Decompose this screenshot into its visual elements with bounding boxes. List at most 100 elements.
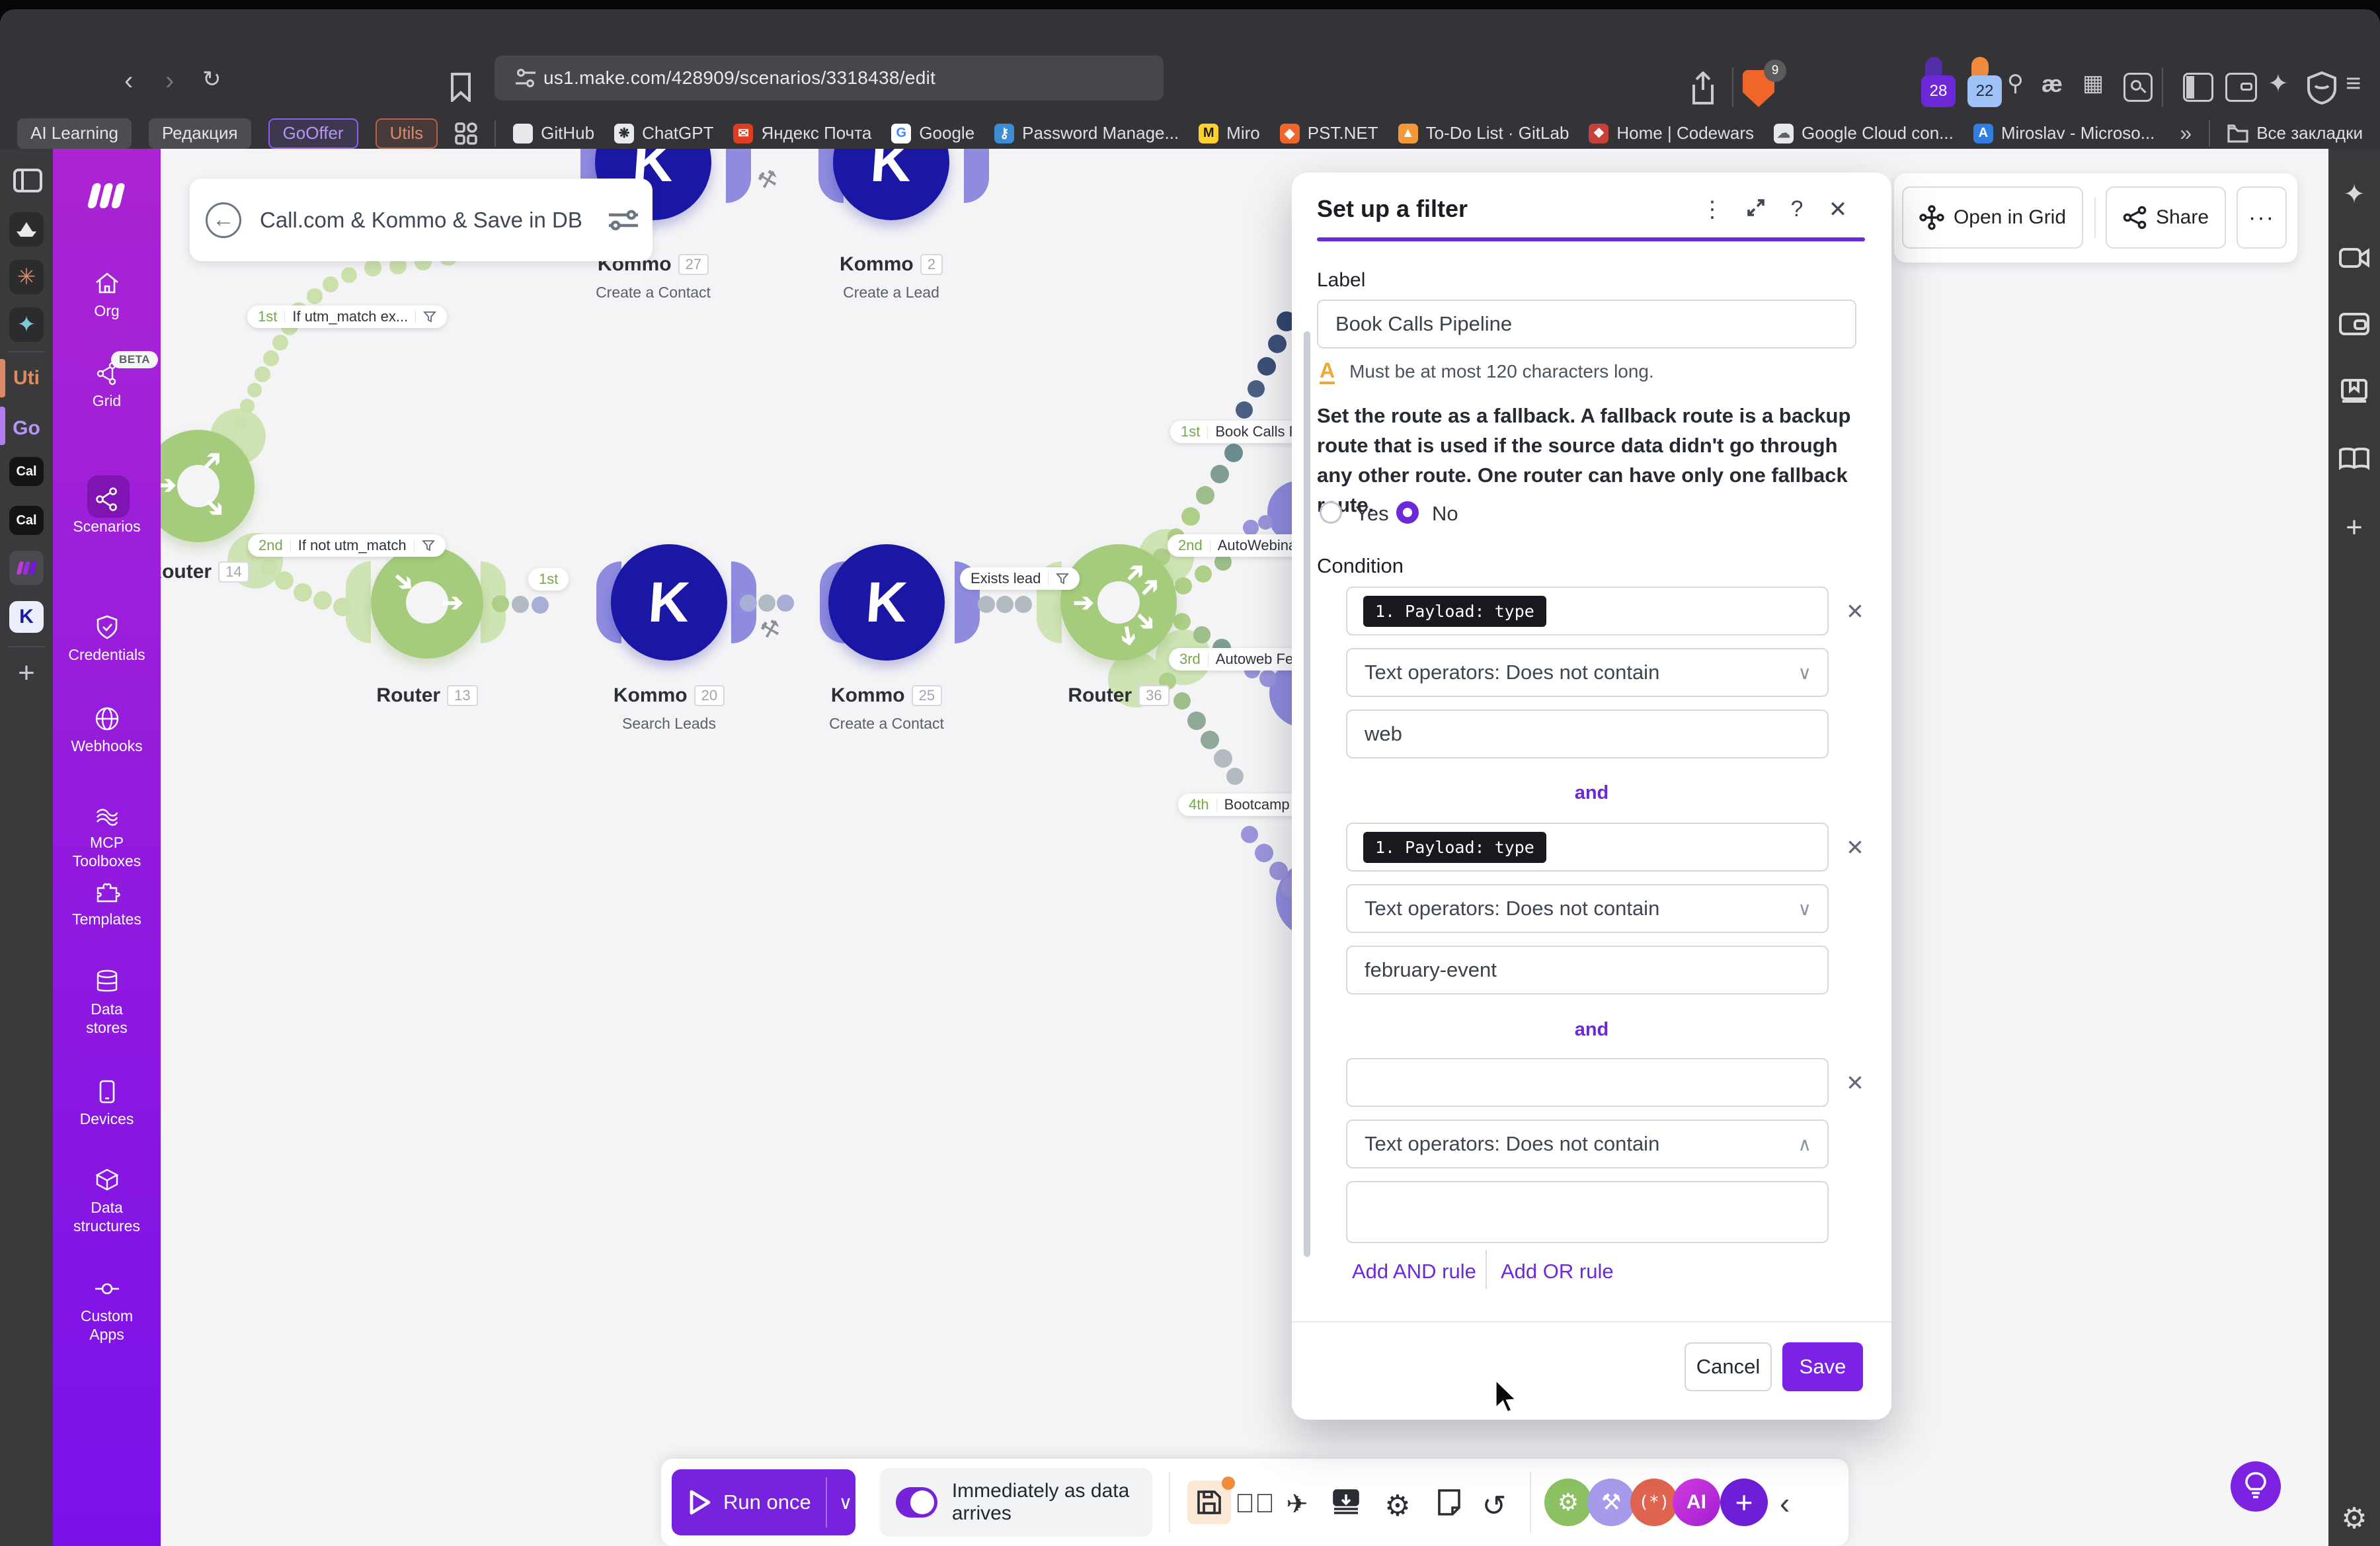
make-tab-icon[interactable] — [9, 551, 44, 585]
tab-ai-learning[interactable]: AI Learning — [17, 118, 132, 149]
bookmark-gcloud[interactable]: ☁ Google Cloud con... — [1774, 123, 1954, 143]
bookmark-github[interactable]: GitHub — [513, 123, 594, 143]
forward-icon[interactable]: › — [165, 66, 174, 96]
workspace-icon-star[interactable]: ✳ — [9, 260, 44, 294]
extension-icon-1[interactable]: ⚲ — [2007, 70, 2024, 97]
fallback-radio-yes[interactable] — [1320, 501, 1342, 524]
kommo-tab-icon[interactable]: K — [9, 601, 44, 633]
module-router36[interactable]: ➔ ➔ ➔ ➔ ➔ — [1060, 544, 1177, 661]
condition-operator-1[interactable]: Text operators: Does not contain ∨ — [1346, 648, 1829, 697]
dialog-menu-icon[interactable]: ⋮ — [1698, 196, 1727, 223]
remove-condition-2[interactable]: ✕ — [1842, 834, 1868, 860]
bookmarks-overflow[interactable]: » — [2180, 121, 2192, 145]
bookmark-password-key[interactable]: ⚷ Password Manage... — [994, 123, 1179, 143]
sidebar-item-credentials[interactable]: Credentials — [53, 613, 161, 664]
wrench-icon[interactable]: ⚒ — [754, 165, 781, 196]
back-to-scenarios-button[interactable]: ← — [206, 202, 241, 238]
run-once-button[interactable]: Run once ∨ — [672, 1469, 855, 1535]
sidebar-toggle-icon[interactable] — [13, 169, 42, 192]
label-input[interactable]: Book Calls Pipeline — [1317, 300, 1856, 348]
tools-button[interactable]: ⚒ — [1587, 1479, 1635, 1526]
cancel-button[interactable]: Cancel — [1685, 1342, 1772, 1391]
module-kommo25[interactable]: K — [828, 544, 945, 661]
add-and-rule-link[interactable]: Add AND rule — [1352, 1260, 1476, 1283]
reading-list-icon[interactable] — [2328, 447, 2380, 473]
url-bar[interactable]: us1.make.com/428909/scenarios/3318438/ed… — [495, 56, 1164, 101]
sidebar-item-datastructures[interactable]: Data structures — [53, 1166, 161, 1235]
save-button[interactable]: Save — [1782, 1342, 1863, 1391]
leo-ai-icon[interactable]: ✦ — [2268, 69, 2289, 99]
dialog-close-icon[interactable]: ✕ — [1823, 196, 1852, 223]
dialog-expand-icon[interactable] — [1741, 196, 1770, 225]
settings-gear-icon[interactable]: ⚙ — [2328, 1502, 2380, 1535]
tabgroup-utils-label[interactable]: Uti — [0, 367, 53, 389]
make-logo[interactable] — [83, 181, 131, 211]
ai-sparkle-icon[interactable]: ✦ — [2328, 179, 2380, 210]
sidebar-item-devices[interactable]: Devices — [53, 1077, 161, 1128]
module-kommo20[interactable]: K — [611, 544, 727, 661]
export-blueprint-icon[interactable] — [1326, 1489, 1366, 1521]
code-vars-button[interactable]: (*) — [1630, 1479, 1678, 1526]
card-icon[interactable] — [2328, 313, 2380, 339]
add-module-button[interactable]: + — [1720, 1479, 1768, 1526]
vpn-shield-icon[interactable] — [2307, 71, 2336, 104]
cal-tab-icon-1[interactable]: Cal — [9, 457, 44, 486]
module-router13[interactable]: ➔ ➔ — [371, 546, 483, 659]
add-panel-icon[interactable]: + — [2328, 511, 2380, 544]
bookmark-miro[interactable]: M Miro — [1199, 123, 1260, 143]
book-icon[interactable] — [2328, 379, 2380, 406]
video-icon[interactable] — [2328, 247, 2380, 272]
ai-button[interactable]: AI — [1673, 1479, 1720, 1526]
share-button[interactable]: Share — [2106, 186, 2226, 249]
dialog-help-icon[interactable]: ? — [1782, 196, 1811, 222]
tabgroup-go-label[interactable]: Go — [0, 417, 53, 440]
condition-operator-2[interactable]: Text operators: Does not contain ∨ — [1346, 884, 1829, 933]
condition-value-3[interactable] — [1346, 1181, 1829, 1243]
scheduling-toggle[interactable] — [896, 1487, 937, 1518]
help-button[interactable] — [2231, 1461, 2281, 1512]
bookmark-chatgpt[interactable]: ❋ ChatGPT — [614, 123, 713, 143]
bookmark-gitlab[interactable]: ▲ To-Do List · GitLab — [1398, 123, 1569, 143]
notes-icon[interactable] — [1429, 1489, 1469, 1522]
bookmark-yandex-mail[interactable]: ✉ Яндекс Почта — [733, 123, 871, 143]
extension-badge-22[interactable]: 22 — [1967, 57, 2002, 107]
fallback-radio-yes-label[interactable]: Yes — [1355, 502, 1389, 526]
bookmark-google[interactable]: G Google — [891, 123, 974, 143]
undo-icon[interactable]: ↺ — [1474, 1489, 1514, 1523]
condition-field-3[interactable] — [1346, 1058, 1829, 1107]
scenario-settings-icon[interactable] — [606, 207, 641, 233]
menu-icon[interactable]: ≡ — [2346, 69, 2361, 99]
sidebar-item-templates[interactable]: Templates — [53, 877, 161, 928]
site-settings-icon[interactable] — [514, 67, 537, 89]
route-label-r2[interactable]: 2nd If not utm_match — [248, 534, 446, 557]
collapse-toolbar-chevron[interactable]: ‹ — [1780, 1485, 1790, 1521]
open-in-grid-button[interactable]: Open in Grid — [1902, 186, 2083, 249]
more-actions-button[interactable]: ··· — [2237, 186, 2287, 249]
share-icon[interactable] — [1690, 71, 1716, 106]
tab-redakcia[interactable]: Редакция — [148, 118, 251, 149]
sidebar-item-customapps[interactable]: Custom Apps — [53, 1274, 161, 1344]
extension-badge-28[interactable]: 28 — [1921, 57, 1956, 107]
sidebar-panel-icon[interactable] — [2183, 73, 2213, 102]
auto-align-icon[interactable]: ✈ — [1277, 1489, 1317, 1520]
puzzle-icon[interactable]: ▦ — [2082, 70, 2104, 97]
condition-field-2[interactable]: 1. Payload: type — [1346, 823, 1829, 872]
apps-green-gear-button[interactable]: ⚙ — [1544, 1479, 1592, 1526]
extension-icon-ae[interactable]: æ — [2042, 70, 2063, 98]
save-scenario-button[interactable] — [1187, 1477, 1235, 1524]
route-label-r3[interactable]: 1st — [528, 568, 569, 590]
sidebar-item-scenarios[interactable]: Scenarios — [53, 475, 161, 536]
tab-gooffer[interactable]: GoOffer — [268, 118, 358, 149]
add-or-rule-link[interactable]: Add OR rule — [1501, 1260, 1614, 1283]
wrench-icon[interactable]: ⚒ — [757, 614, 783, 645]
tab-utils[interactable]: Utils — [375, 118, 438, 149]
workspace-icon-boat[interactable] — [9, 212, 44, 247]
route-label-r4[interactable]: Exists lead — [960, 567, 1080, 590]
magic-wand-icon[interactable]: ✧⃕ — [1235, 1489, 1275, 1519]
sidebar-item-webhooks[interactable]: Webhooks — [53, 704, 161, 755]
sidebar-item-mcp[interactable]: MCP Toolboxes — [53, 801, 161, 870]
cal-tab-icon-2[interactable]: Cal — [9, 506, 44, 535]
mapped-field-chip[interactable]: 1. Payload: type — [1363, 595, 1546, 627]
sidebar-item-org[interactable]: Org — [53, 269, 161, 320]
wallet-icon[interactable] — [2225, 73, 2257, 102]
